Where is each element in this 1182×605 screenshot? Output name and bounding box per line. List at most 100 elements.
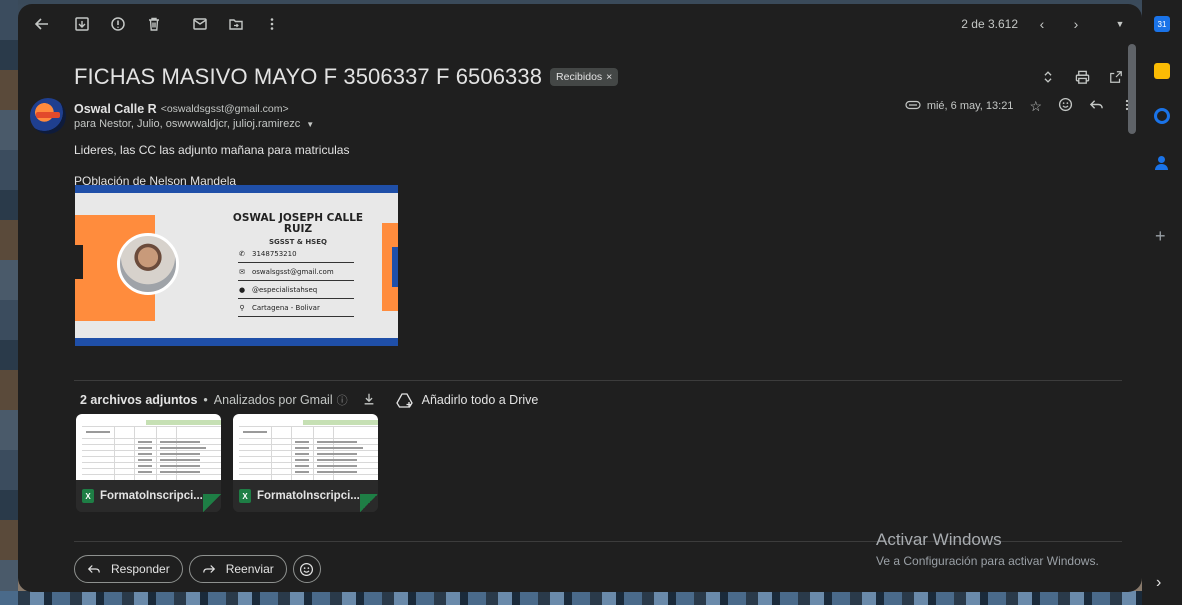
- report-spam-icon[interactable]: [106, 12, 130, 36]
- attachment-thumbnail-2[interactable]: X FormatoInscripci...: [233, 414, 378, 512]
- reply-icon[interactable]: [1089, 97, 1104, 115]
- attachment-clip-icon: [905, 100, 921, 113]
- sheets-file-icon: X: [82, 489, 94, 503]
- label-chip[interactable]: Recibidos ×: [550, 68, 619, 86]
- card-top-bar: [75, 185, 398, 193]
- expand-all-icon[interactable]: [1040, 69, 1056, 85]
- spreadsheet-preview: [233, 414, 378, 480]
- attachment-footer: X FormatoInscripci...: [76, 480, 221, 512]
- card-email-row: ✉ oswalsgsst@gmail.com: [238, 264, 354, 281]
- smiley-icon: [300, 562, 314, 576]
- reply-label: Responder: [111, 562, 170, 576]
- phone-icon: ✆: [239, 250, 245, 258]
- card-phone: 3148753210: [252, 250, 297, 258]
- star-icon[interactable]: ☆: [1029, 98, 1042, 115]
- label-chip-text: Recibidos: [556, 71, 603, 83]
- scrollbar-thumb[interactable]: [1128, 44, 1136, 134]
- attachments-divider: [74, 380, 1122, 381]
- activation-title: Activar Windows: [876, 530, 1002, 549]
- attachment-thumbnail-1[interactable]: X FormatoInscripci...: [76, 414, 221, 512]
- business-card-image[interactable]: OSWAL JOSEPH CALLE RUIZ SGSST & HSEQ ✆ 3…: [75, 185, 398, 346]
- card-photo: [117, 233, 179, 295]
- attachments-header: 2 archivos adjuntos • Analizados por Gma…: [80, 390, 538, 410]
- delete-icon[interactable]: [142, 12, 166, 36]
- desktop-background-left: [0, 0, 18, 605]
- drive-add-icon: [395, 393, 413, 408]
- location-pin-icon: ⚲: [239, 304, 245, 312]
- add-all-to-drive[interactable]: Añadirlo todo a Drive: [395, 392, 539, 408]
- email-toolbar: 2 de 3.612 ‹ › ▼: [18, 4, 1142, 44]
- recipients-line[interactable]: para Nestor, Julio, oswwwaldjcr, julioj.…: [74, 118, 314, 130]
- attachments-count: 2 archivos adjuntos: [80, 393, 198, 407]
- activation-subtitle: Ve a Configuración para activar Windows.: [876, 554, 1099, 568]
- emoji-reaction-icon[interactable]: [1058, 97, 1073, 115]
- mail-icon: ✉: [239, 268, 245, 276]
- keep-icon[interactable]: [1154, 63, 1170, 79]
- open-new-window-icon[interactable]: [1108, 69, 1124, 85]
- card-name: OSWAL JOSEPH CALLE RUIZ: [223, 213, 373, 235]
- attachment-filename: FormatoInscripci...: [100, 490, 203, 502]
- message-actions: mié, 6 may, 13:21 ☆: [905, 97, 1134, 115]
- sender-row: Oswal Calle R <oswaldsgsst@gmail.com> mi…: [74, 98, 1134, 117]
- email-date: mié, 6 may, 13:21: [926, 100, 1014, 112]
- card-name-line2: RUIZ: [283, 223, 313, 235]
- contacts-icon[interactable]: [1155, 156, 1169, 172]
- card-email: oswalsgsst@gmail.com: [252, 268, 334, 276]
- date-group: mié, 6 may, 13:21: [905, 100, 1014, 113]
- info-icon[interactable]: ⓘ: [337, 392, 348, 408]
- chevron-left-icon[interactable]: ‹: [1032, 16, 1052, 32]
- add-addon-icon[interactable]: +: [1155, 226, 1166, 247]
- card-location-row: ⚲ Cartagena - Bolivar: [238, 300, 354, 317]
- separator-dot: •: [203, 393, 208, 407]
- attachment-footer: X FormatoInscripci...: [233, 480, 378, 512]
- download-all-icon[interactable]: [362, 392, 376, 409]
- card-handle-row: ● @especialistahseq: [238, 282, 354, 299]
- circle-icon: ●: [238, 286, 246, 294]
- mark-unread-icon[interactable]: [188, 12, 212, 36]
- scanned-by-gmail: Analizados por Gmail: [213, 393, 333, 407]
- archive-icon[interactable]: [70, 12, 94, 36]
- tasks-icon[interactable]: [1154, 108, 1170, 124]
- recipients-text: para Nestor, Julio, oswwwaldjcr, julioj.…: [74, 118, 301, 130]
- attachment-filename: FormatoInscripci...: [257, 490, 360, 502]
- recipients-dropdown-icon[interactable]: ▼: [306, 120, 314, 129]
- chevron-right-icon[interactable]: ›: [1066, 16, 1086, 32]
- back-arrow-icon[interactable]: [30, 12, 54, 36]
- email-subject: FICHAS MASIVO MAYO F 3506337 F 6506338: [74, 64, 543, 89]
- windows-activation-watermark: Activar Windows Ve a Configuración para …: [876, 530, 1099, 568]
- forward-button[interactable]: Reenviar: [188, 555, 287, 583]
- expand-side-panel-icon[interactable]: ›: [1156, 574, 1161, 592]
- forward-arrow-icon: [202, 565, 215, 573]
- card-role: SGSST & HSEQ: [269, 238, 327, 246]
- card-location: Cartagena - Bolivar: [252, 304, 320, 312]
- subject-row: FICHAS MASIVO MAYO F 3506337 F 6506338 R…: [74, 62, 1124, 92]
- corner-fold-icon: [360, 494, 378, 512]
- sender-email: <oswaldsgsst@gmail.com>: [160, 103, 289, 115]
- email-panel: 2 de 3.612 ‹ › ▼ FICHAS MASIVO MAYO F 35…: [18, 4, 1142, 592]
- card-handle: @especialistahseq: [252, 286, 318, 294]
- card-bottom-bar: [75, 338, 398, 346]
- sender-avatar[interactable]: [30, 98, 66, 134]
- sheets-file-icon: X: [239, 489, 251, 503]
- emoji-reaction-button[interactable]: [292, 555, 321, 583]
- add-to-drive-label: Añadirlo todo a Drive: [421, 393, 539, 407]
- card-phone-row: ✆ 3148753210: [238, 246, 354, 263]
- side-panel: 31 + ›: [1142, 0, 1182, 605]
- reply-arrow-icon: [87, 565, 100, 573]
- label-remove-icon[interactable]: ×: [606, 71, 612, 83]
- dropdown-arrow-icon[interactable]: ▼: [1110, 19, 1130, 29]
- more-vert-icon[interactable]: [260, 12, 284, 36]
- sender-name[interactable]: Oswal Calle R: [74, 102, 157, 116]
- desktop-background-bottom: [0, 591, 1182, 605]
- card-notch: [75, 245, 83, 279]
- reply-button[interactable]: Responder: [74, 555, 183, 583]
- move-to-icon[interactable]: [224, 12, 248, 36]
- print-icon[interactable]: [1074, 69, 1090, 85]
- message-counter: 2 de 3.612: [961, 17, 1018, 31]
- calendar-icon[interactable]: 31: [1154, 16, 1170, 32]
- pagination: 2 de 3.612 ‹ › ▼: [961, 4, 1130, 44]
- card-blue-right: [392, 247, 398, 287]
- forward-label: Reenviar: [225, 562, 274, 576]
- subject-actions: [1040, 62, 1124, 92]
- reply-actions: Responder Reenviar: [74, 555, 321, 583]
